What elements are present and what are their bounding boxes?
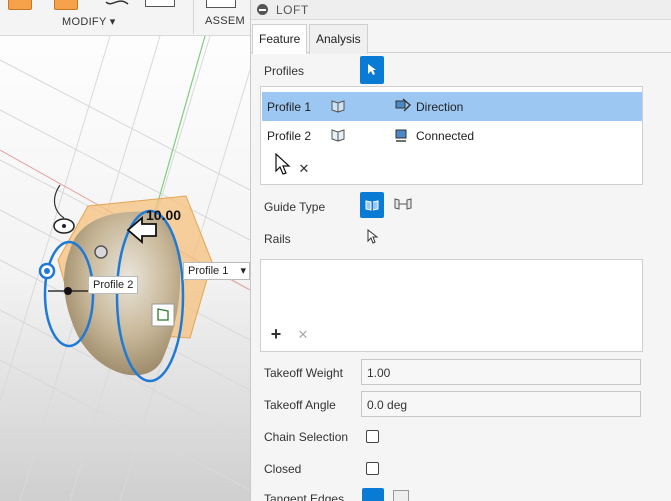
press-pull-icon[interactable] — [8, 0, 32, 10]
profile-row-1-condition[interactable]: Direction — [416, 100, 463, 114]
rails-label: Rails — [264, 232, 291, 246]
profile2-tag-label: Profile 2 — [93, 279, 134, 291]
add-rail-icon[interactable]: + — [270, 325, 282, 343]
profile1-tag-label: Profile 1 — [188, 265, 229, 277]
3d-viewport[interactable]: MODIFY ▾ ASSEM 10.00 Profile 2 Profile 1… — [0, 0, 250, 501]
modify-menu[interactable]: MODIFY ▾ — [62, 15, 116, 28]
profile-row-1-name: Profile 1 — [267, 100, 312, 114]
profile-row-1[interactable]: Profile 1 Direction — [262, 92, 642, 121]
closed-checkbox[interactable] — [366, 462, 379, 475]
chain-selection-label: Chain Selection — [264, 430, 349, 444]
viewport-scene — [0, 35, 250, 501]
tangent-edges-label: Tangent Edges — [264, 492, 345, 501]
tab-feature[interactable]: Feature — [252, 24, 308, 54]
takeoff-weight-label: Takeoff Weight — [264, 366, 343, 380]
closed-label: Closed — [264, 462, 302, 476]
chain-selection-checkbox[interactable] — [366, 430, 379, 443]
profile-row-2-name: Profile 2 — [267, 129, 312, 143]
center-point — [64, 287, 72, 295]
remove-profile-icon[interactable]: ✕ — [298, 162, 310, 175]
guide-type-label: Guide Type — [264, 200, 326, 214]
cursor-arrow-icon — [368, 64, 376, 75]
shell-icon[interactable] — [104, 0, 130, 8]
rails-list: + ✕ — [260, 259, 643, 352]
plane-indicator-box — [151, 303, 175, 327]
rotation-handle-dot — [62, 224, 66, 228]
angle-handle[interactable] — [94, 245, 108, 259]
mouse-cursor-icon — [275, 153, 291, 175]
profiles-select-button[interactable] — [360, 56, 384, 84]
tab-analysis[interactable]: Analysis — [309, 24, 368, 54]
loft-dialog: LOFT Feature Analysis Profiles Profile 1… — [250, 0, 671, 501]
dimension-value[interactable]: 10.00 — [146, 207, 181, 223]
centerline-guide-icon[interactable] — [393, 197, 413, 211]
takeoff-angle-field[interactable]: 0.0 deg — [361, 391, 641, 417]
profile-shape-icon — [331, 100, 345, 113]
collapse-icon[interactable] — [257, 4, 268, 15]
chevron-down-icon: ▾ — [240, 265, 246, 277]
profile-row-2[interactable]: Profile 2 Connected — [262, 121, 642, 150]
profile1-tag[interactable]: Profile 1 ▾ — [183, 262, 250, 280]
tangent-edges-keep-button[interactable] — [393, 490, 409, 501]
tangent-edges-merge-button[interactable] — [362, 488, 384, 501]
assemble-menu[interactable]: ASSEM — [205, 15, 245, 27]
rails-select-cursor-icon[interactable] — [367, 229, 379, 245]
profile2-tag[interactable]: Profile 2 — [88, 276, 139, 294]
profile-shape-icon — [331, 129, 345, 142]
combine-icon[interactable] — [145, 0, 175, 7]
dialog-tabs: Feature Analysis — [251, 20, 671, 54]
direction-condition-icon[interactable] — [394, 98, 412, 114]
remove-rail-icon[interactable]: ✕ — [297, 328, 309, 341]
takeoff-angle-label: Takeoff Angle — [264, 398, 336, 412]
dialog-title: LOFT — [276, 3, 309, 17]
assemble-icon[interactable] — [206, 0, 236, 8]
rotation-arc — [53, 184, 65, 219]
ribbon-separator — [193, 0, 194, 34]
takeoff-handle-dot — [44, 268, 50, 274]
takeoff-weight-field[interactable]: 1.00 — [361, 359, 641, 385]
guide-type-rails-button[interactable] — [360, 192, 384, 218]
toolbar-ribbon: MODIFY ▾ ASSEM — [0, 0, 250, 36]
rails-guide-icon — [365, 200, 379, 211]
fillet-icon[interactable] — [54, 0, 78, 10]
profiles-list: Profile 1 Direction Profile 2 Connected … — [260, 86, 643, 185]
connected-condition-icon[interactable] — [394, 127, 412, 143]
dialog-header: LOFT — [251, 0, 671, 20]
profile-row-2-condition[interactable]: Connected — [416, 129, 474, 143]
profiles-label: Profiles — [264, 64, 305, 78]
